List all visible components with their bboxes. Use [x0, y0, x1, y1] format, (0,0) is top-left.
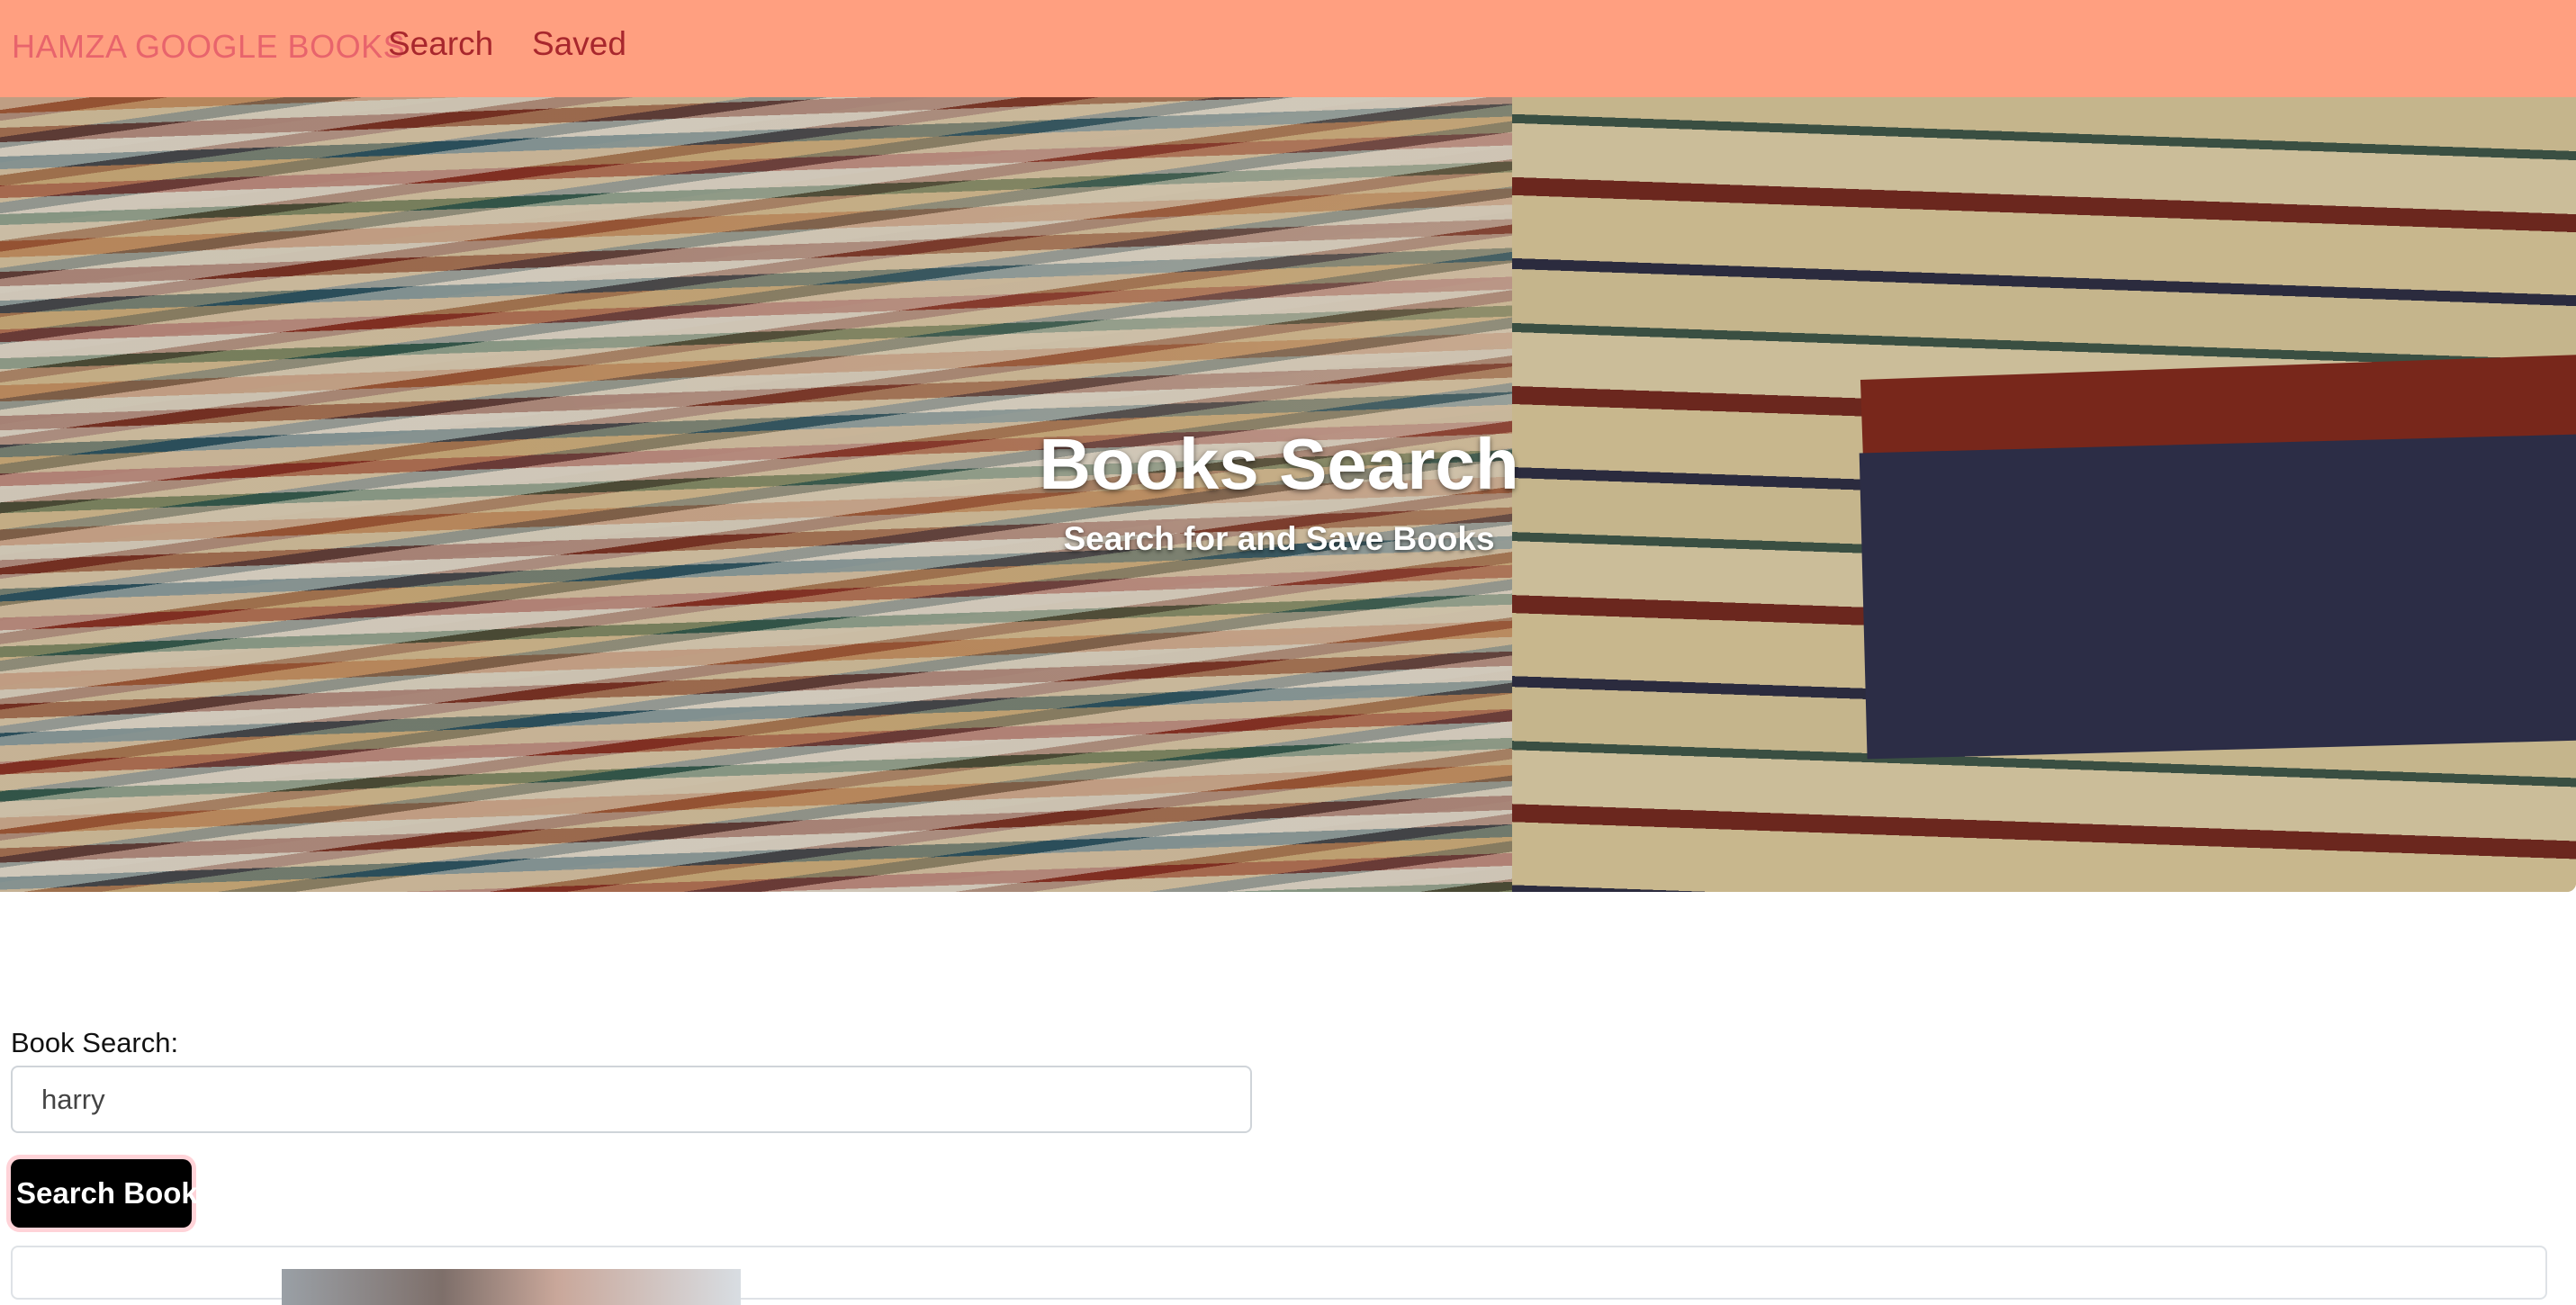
- nav-link-search[interactable]: Search: [388, 25, 493, 63]
- book-search-input[interactable]: [11, 1066, 1252, 1133]
- navbar: HAMZA GOOGLE BOOKS Search Saved: [0, 0, 2576, 97]
- brand-link[interactable]: HAMZA GOOGLE BOOKS: [12, 28, 405, 66]
- hero-title: Books Search: [1039, 424, 1519, 504]
- book-cover-thumbnail[interactable]: [282, 1269, 741, 1305]
- book-search-label: Book Search:: [11, 1027, 179, 1058]
- hero-banner: Books Search Search for and Save Books: [0, 97, 2576, 892]
- nav-link-saved[interactable]: Saved: [532, 25, 626, 63]
- search-book-button[interactable]: Search Book: [11, 1159, 198, 1228]
- hero-subtitle: Search for and Save Books: [1063, 520, 1495, 557]
- result-card: [11, 1246, 2547, 1305]
